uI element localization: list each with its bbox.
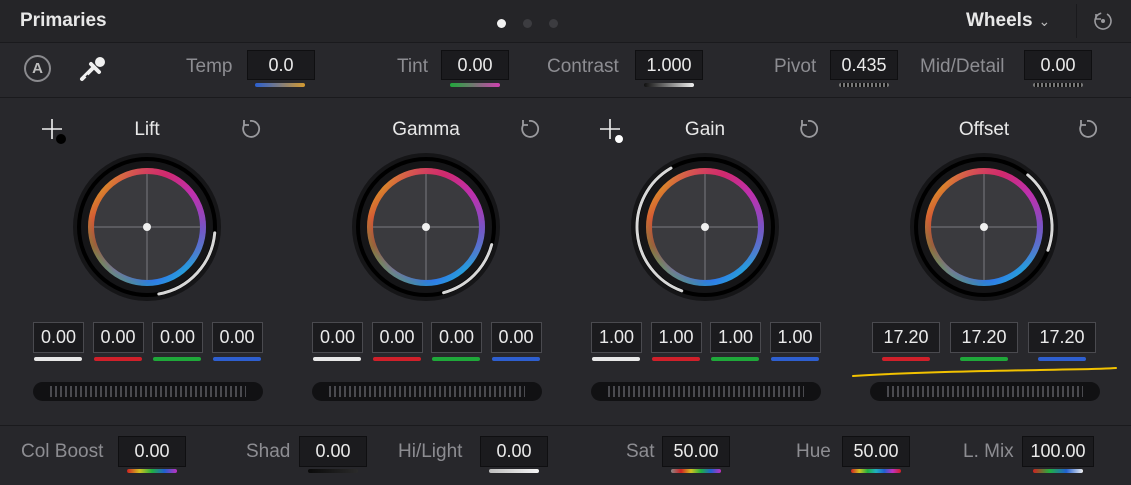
gain-green-value[interactable]: 1.00 (710, 322, 761, 353)
lift-reset-icon[interactable] (238, 117, 262, 141)
lift-green-value[interactable]: 0.00 (152, 322, 203, 353)
reset-all-icon[interactable] (1093, 11, 1113, 31)
gamma-red-channel-bar (372, 357, 421, 361)
l-mix-field[interactable]: 100.00 (1022, 436, 1094, 467)
sat-label: Sat (626, 441, 655, 462)
highlight-underline (852, 367, 1117, 377)
lift-blue-value[interactable]: 0.00 (211, 322, 263, 353)
mid-detail-indicator (1033, 83, 1083, 87)
hue-label: Hue (796, 441, 831, 462)
gain-white-value[interactable]: 1.00 (591, 322, 642, 353)
mid-detail-label: Mid/Detail (920, 56, 1005, 77)
page-dot-1[interactable] (497, 19, 506, 28)
offset-master-jog-wheel[interactable] (870, 382, 1100, 401)
offset-green-value[interactable]: 17.20 (950, 322, 1018, 353)
shad-label: Shad (246, 441, 291, 462)
gain-red-value[interactable]: 1.00 (650, 322, 702, 353)
offset-blue-channel-bar (1038, 357, 1086, 361)
panel-title: Primaries (20, 10, 107, 31)
gamma-green-value[interactable]: 0.00 (431, 322, 482, 353)
col-boost-label: Col Boost (21, 441, 104, 462)
lift-wheel-title: Lift (134, 119, 160, 140)
lift-white-channel-bar (34, 357, 82, 361)
offset-green-channel-bar (960, 357, 1008, 361)
l-mix-label: L. Mix (963, 441, 1014, 462)
gamma-color-wheel[interactable] (351, 152, 501, 302)
auto-balance-button[interactable]: A (24, 55, 51, 82)
offset-red-channel-bar (882, 357, 930, 361)
mode-label: Wheels (966, 10, 1033, 31)
col-boost-field[interactable]: 0.00 (118, 436, 186, 467)
eyedropper-icon[interactable] (78, 55, 108, 83)
primaries-panel: Primaries Wheels ⌄ A Temp 0.0 Tint 0.00 C… (0, 0, 1131, 485)
gamma-red-value[interactable]: 0.00 (371, 322, 423, 353)
col-boost-indicator (127, 469, 177, 473)
top-controls: A Temp 0.0 Tint 0.00 Contrast 1.000 Pivo… (0, 43, 1131, 98)
shad-indicator (308, 469, 358, 473)
hi-light-label: Hi/Light (398, 441, 463, 462)
tint-field[interactable]: 0.00 (441, 50, 509, 80)
pivot-label: Pivot (774, 56, 817, 77)
hue-indicator (851, 469, 901, 473)
offset-blue-value[interactable]: 17.20 (1028, 322, 1096, 353)
gain-picker-icon[interactable] (597, 116, 627, 146)
gamma-master-jog-wheel[interactable] (312, 382, 542, 401)
l-mix-indicator (1033, 469, 1083, 473)
tint-label: Tint (397, 56, 428, 77)
gain-blue-value[interactable]: 1.00 (769, 322, 821, 353)
gain-color-wheel[interactable] (630, 152, 780, 302)
gamma-reset-icon[interactable] (517, 117, 541, 141)
lift-color-wheel[interactable] (72, 152, 222, 302)
gamma-white-value[interactable]: 0.00 (312, 322, 363, 353)
lift-green-channel-bar (153, 357, 201, 361)
gain-red-channel-bar (651, 357, 700, 361)
contrast-indicator (644, 83, 694, 87)
gamma-blue-channel-bar (491, 357, 540, 361)
offset-reset-icon[interactable] (1075, 117, 1099, 141)
lift-red-value[interactable]: 0.00 (92, 322, 144, 353)
panel-header: Primaries Wheels ⌄ (0, 0, 1131, 43)
hue-field[interactable]: 50.00 (842, 436, 910, 467)
pivot-indicator (839, 83, 889, 87)
gain-reset-icon[interactable] (796, 117, 820, 141)
pivot-field[interactable]: 0.435 (830, 50, 898, 80)
gain-white-channel-bar (592, 357, 640, 361)
hi-light-indicator (489, 469, 539, 473)
gain-blue-channel-bar (770, 357, 819, 361)
temp-label: Temp (186, 56, 233, 77)
gamma-blue-value[interactable]: 0.00 (490, 322, 542, 353)
gamma-white-channel-bar (313, 357, 361, 361)
lift-white-value[interactable]: 0.00 (33, 322, 84, 353)
contrast-label: Contrast (547, 56, 619, 77)
gain-wheel-title: Gain (684, 119, 726, 140)
tint-indicator (450, 83, 500, 87)
offset-wheel-title: Offset (958, 119, 1010, 140)
temp-indicator (255, 83, 305, 87)
bottom-controls: Col Boost 0.00 Shad 0.00 Hi/Light 0.00 S… (0, 425, 1131, 485)
lift-master-jog-wheel[interactable] (33, 382, 263, 401)
lift-picker-icon[interactable] (39, 116, 69, 146)
lift-blue-channel-bar (212, 357, 261, 361)
gain-master-jog-wheel[interactable] (591, 382, 821, 401)
shad-field[interactable]: 0.00 (299, 436, 367, 467)
hi-light-field[interactable]: 0.00 (480, 436, 548, 467)
lift-red-channel-bar (93, 357, 142, 361)
contrast-field[interactable]: 1.000 (635, 50, 703, 80)
offset-color-wheel[interactable] (909, 152, 1059, 302)
mode-dropdown[interactable]: Wheels ⌄ (966, 10, 1050, 32)
page-dot-3[interactable] (549, 19, 558, 28)
offset-red-value[interactable]: 17.20 (872, 322, 940, 353)
page-dot-2[interactable] (523, 19, 532, 28)
chevron-down-icon: ⌄ (1038, 13, 1051, 29)
sat-field[interactable]: 50.00 (662, 436, 730, 467)
gamma-green-channel-bar (432, 357, 480, 361)
page-indicator (497, 15, 575, 33)
header-divider (1076, 4, 1077, 38)
gamma-wheel-title: Gamma (392, 119, 460, 140)
gain-green-channel-bar (711, 357, 759, 361)
temp-field[interactable]: 0.0 (247, 50, 315, 80)
mid-detail-field[interactable]: 0.00 (1024, 50, 1092, 80)
sat-indicator (671, 469, 721, 473)
